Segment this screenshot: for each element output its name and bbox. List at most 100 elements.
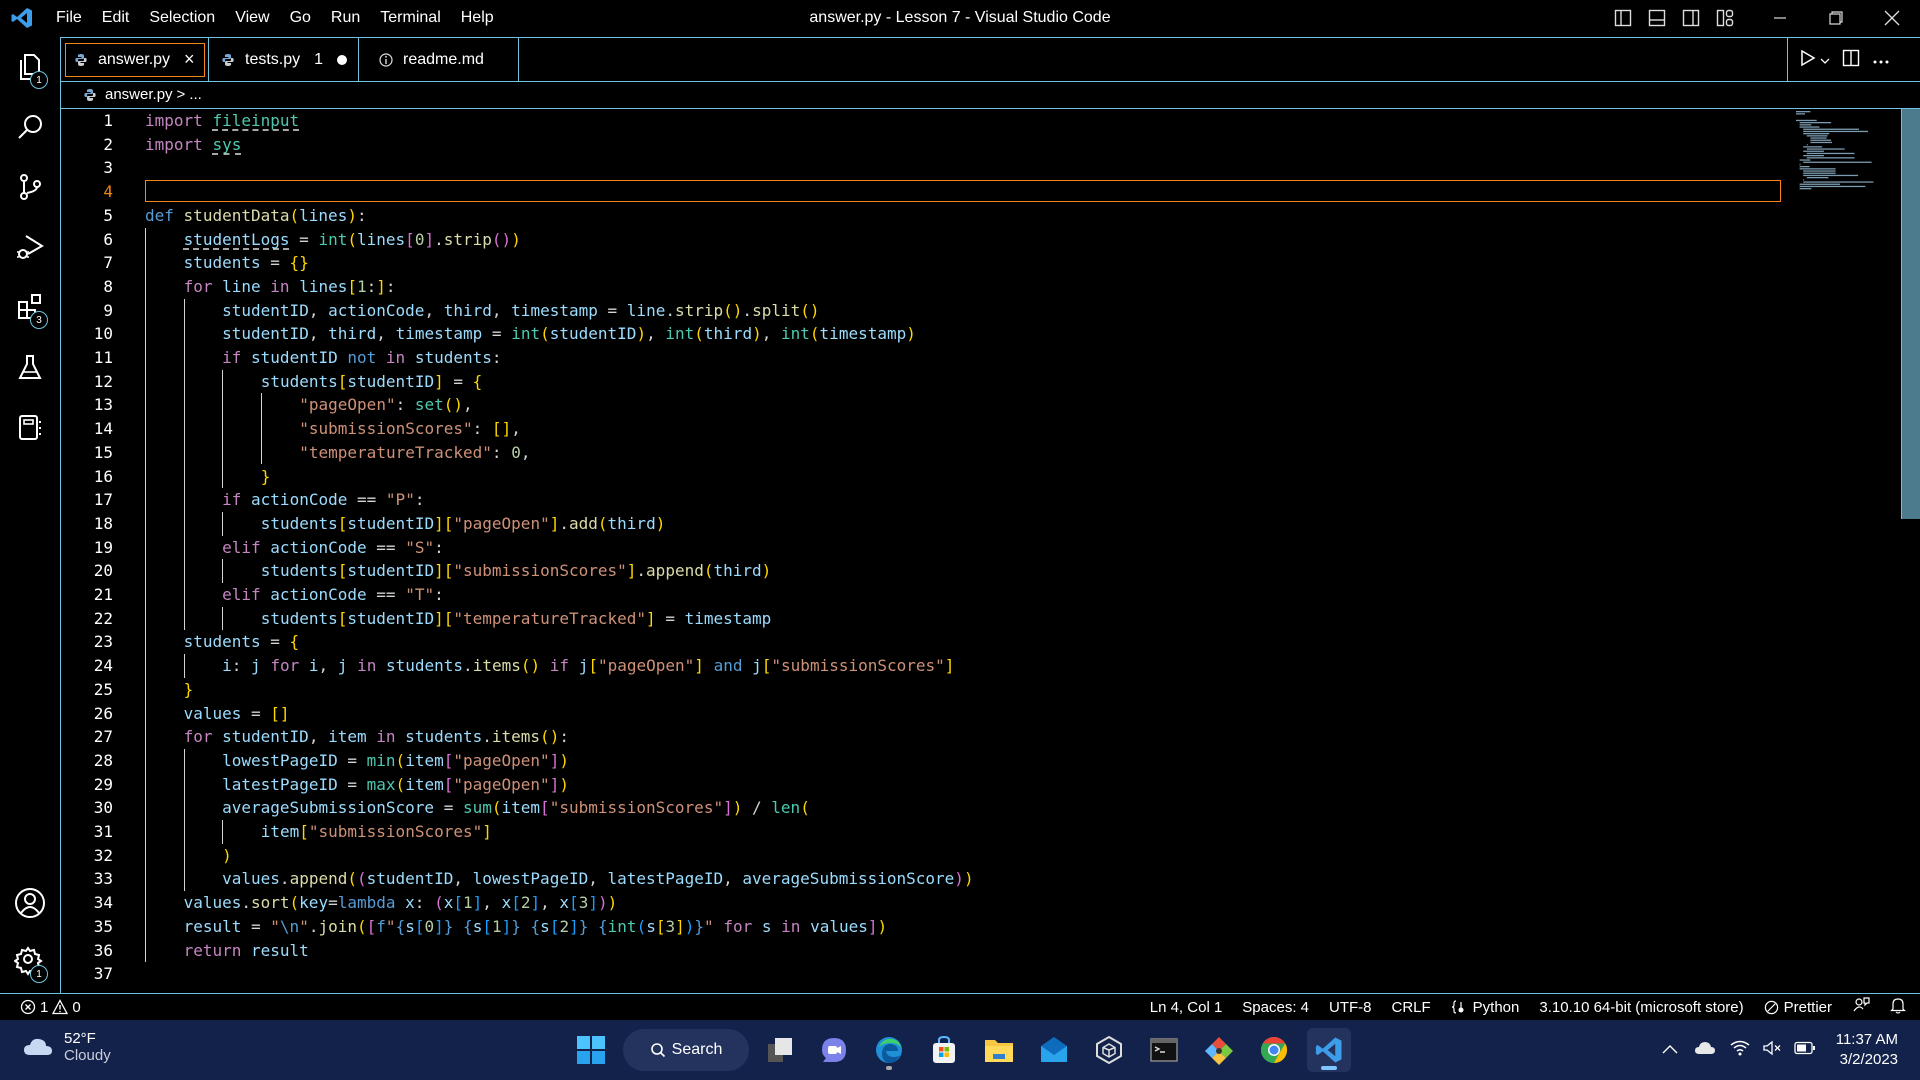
code-line[interactable]: 23 students = { (61, 630, 1781, 654)
line-endings[interactable]: CRLF (1392, 999, 1431, 1016)
file-explorer-button[interactable] (977, 1028, 1021, 1072)
python-interpreter[interactable]: 3.10.10 64-bit (microsoft store) (1539, 999, 1743, 1016)
teams-chat-button[interactable] (812, 1028, 856, 1072)
restore-button[interactable] (1808, 0, 1864, 36)
code-line[interactable]: 36 return result (61, 939, 1781, 963)
code-line[interactable]: 13 "pageOpen": set(), (61, 393, 1781, 417)
menu-terminal[interactable]: Terminal (370, 0, 450, 36)
menu-selection[interactable]: Selection (139, 0, 225, 36)
activity-manage[interactable]: 1 (0, 937, 60, 985)
code-line[interactable]: 24 i: j for i, j in students.items() if … (61, 654, 1781, 678)
wifi-button[interactable] (1730, 1040, 1750, 1061)
code-editor[interactable]: 1 import fileinput 2 import sys 3 4 5 def stude… (61, 109, 1920, 993)
toggle-panel-button[interactable] (1640, 0, 1674, 36)
code-line[interactable]: 20 students[studentID]["submissionScores… (61, 559, 1781, 583)
code-line[interactable]: 25 } (61, 678, 1781, 702)
code-line[interactable]: 11 if studentID not in students: (61, 346, 1781, 370)
code-line[interactable]: 29 latestPageID = max(item["pageOpen"]) (61, 773, 1781, 797)
code-line[interactable]: 2 import sys (61, 133, 1781, 157)
code-line[interactable]: 14 "submissionScores": [], (61, 417, 1781, 441)
code-line[interactable]: 1 import fileinput (61, 109, 1781, 133)
code-line[interactable]: 26 values = [] (61, 702, 1781, 726)
app-package-button[interactable] (1087, 1028, 1131, 1072)
code-line[interactable]: 28 lowestPageID = min(item["pageOpen"]) (61, 749, 1781, 773)
unsaved-dot-icon[interactable] (337, 54, 348, 65)
taskbar-search[interactable]: Search (623, 1029, 749, 1071)
code-line[interactable]: 22 students[studentID]["temperatureTrack… (61, 607, 1781, 631)
vertical-scrollbar[interactable] (1901, 109, 1920, 519)
clock[interactable]: 11:37 AM 3/2/2023 (1836, 1030, 1898, 1070)
activity-source-control[interactable] (0, 163, 60, 211)
code-line[interactable]: 10 studentID, third, timestamp = int(stu… (61, 322, 1781, 346)
code-line[interactable]: 27 for studentID, item in students.items… (61, 725, 1781, 749)
activity-explorer[interactable]: 1 (0, 43, 60, 91)
menu-file[interactable]: File (46, 0, 92, 36)
battery-button[interactable] (1794, 1041, 1816, 1060)
store-button[interactable] (922, 1028, 966, 1072)
code-line[interactable]: 16 } (61, 465, 1781, 489)
mail-button[interactable] (1032, 1028, 1076, 1072)
encoding[interactable]: UTF-8 (1329, 999, 1372, 1016)
run-python-file-button[interactable] (1800, 49, 1816, 71)
terminal-button[interactable] (1142, 1028, 1186, 1072)
close-window-button[interactable] (1864, 0, 1920, 36)
toggle-secondary-sidebar-button[interactable] (1674, 0, 1708, 36)
chrome-button[interactable] (1252, 1028, 1296, 1072)
code-line[interactable]: 5 def studentData(lines): (61, 204, 1781, 228)
code-line[interactable]: 6 studentLogs = int(lines[0].strip()) (61, 228, 1781, 252)
activity-testing[interactable] (0, 343, 60, 391)
code-line[interactable]: 33 values.append((studentID, lowestPageI… (61, 867, 1781, 891)
more-actions-button[interactable] (1872, 50, 1890, 69)
code-line[interactable]: 31 item["submissionScores"] (61, 820, 1781, 844)
activity-accounts[interactable] (0, 879, 60, 927)
split-editor-button[interactable] (1842, 49, 1860, 71)
code-line[interactable]: 12 students[studentID] = { (61, 370, 1781, 394)
problems-status[interactable]: 1 0 (0, 999, 81, 1016)
menu-go[interactable]: Go (280, 0, 321, 36)
git-client-button[interactable] (1197, 1028, 1241, 1072)
tab-answer-py[interactable]: answer.py × (61, 38, 209, 81)
menu-help[interactable]: Help (451, 0, 504, 36)
code-line[interactable]: 30 averageSubmissionScore = sum(item["su… (61, 796, 1781, 820)
onedrive-button[interactable] (1694, 1041, 1716, 1060)
show-hidden-icons-button[interactable] (1662, 1041, 1678, 1059)
menu-edit[interactable]: Edit (92, 0, 140, 36)
code-line[interactable]: 37 (61, 962, 1781, 986)
activity-search[interactable] (0, 103, 60, 151)
code-line[interactable]: 19 elif actionCode == "S": (61, 536, 1781, 560)
code-line[interactable]: 18 students[studentID]["pageOpen"].add(t… (61, 512, 1781, 536)
code-line[interactable]: 35 result = "\n".join([f"{s[0]} {s[1]} {… (61, 915, 1781, 939)
tab-readme-md[interactable]: readme.md (359, 38, 519, 81)
volume-button[interactable] (1762, 1040, 1782, 1061)
minimap[interactable] (1790, 109, 1902, 209)
run-dropdown-button[interactable] (1820, 50, 1830, 69)
activity-notebook[interactable] (0, 403, 60, 451)
tab-close-button[interactable]: × (184, 49, 195, 70)
notifications-button[interactable] (1890, 996, 1906, 1018)
customize-layout-button[interactable] (1708, 0, 1742, 36)
code-line[interactable]: 9 studentID, actionCode, third, timestam… (61, 299, 1781, 323)
code-line[interactable]: 4 (61, 180, 1781, 204)
breadcrumb-file[interactable]: answer.py (105, 86, 173, 103)
cursor-position[interactable]: Ln 4, Col 1 (1150, 999, 1223, 1016)
tab-tests-py[interactable]: tests.py 1 (209, 38, 359, 81)
vscode-taskbar-button[interactable] (1307, 1028, 1351, 1072)
code-line[interactable]: 15 "temperatureTracked": 0, (61, 441, 1781, 465)
menu-view[interactable]: View (225, 0, 279, 36)
edge-button[interactable] (867, 1028, 911, 1072)
feedback-button[interactable] (1852, 996, 1870, 1018)
activity-extensions[interactable]: 3 (0, 283, 60, 331)
prettier-status[interactable]: Prettier (1764, 999, 1832, 1016)
breadcrumb-symbols[interactable]: ... (189, 86, 202, 103)
code-line[interactable]: 17 if actionCode == "P": (61, 488, 1781, 512)
task-view-button[interactable] (758, 1028, 802, 1072)
activity-run-debug[interactable] (0, 223, 60, 271)
code-line[interactable]: 7 students = {} (61, 251, 1781, 275)
code-line[interactable]: 34 values.sort(key=lambda x: (x[1], x[2]… (61, 891, 1781, 915)
code-line[interactable]: 32 ) (61, 844, 1781, 868)
start-button[interactable] (569, 1028, 613, 1072)
code-line[interactable]: 8 for line in lines[1:]: (61, 275, 1781, 299)
code-line[interactable]: 3 (61, 156, 1781, 180)
minimize-button[interactable] (1752, 0, 1808, 36)
indentation[interactable]: Spaces: 4 (1242, 999, 1309, 1016)
